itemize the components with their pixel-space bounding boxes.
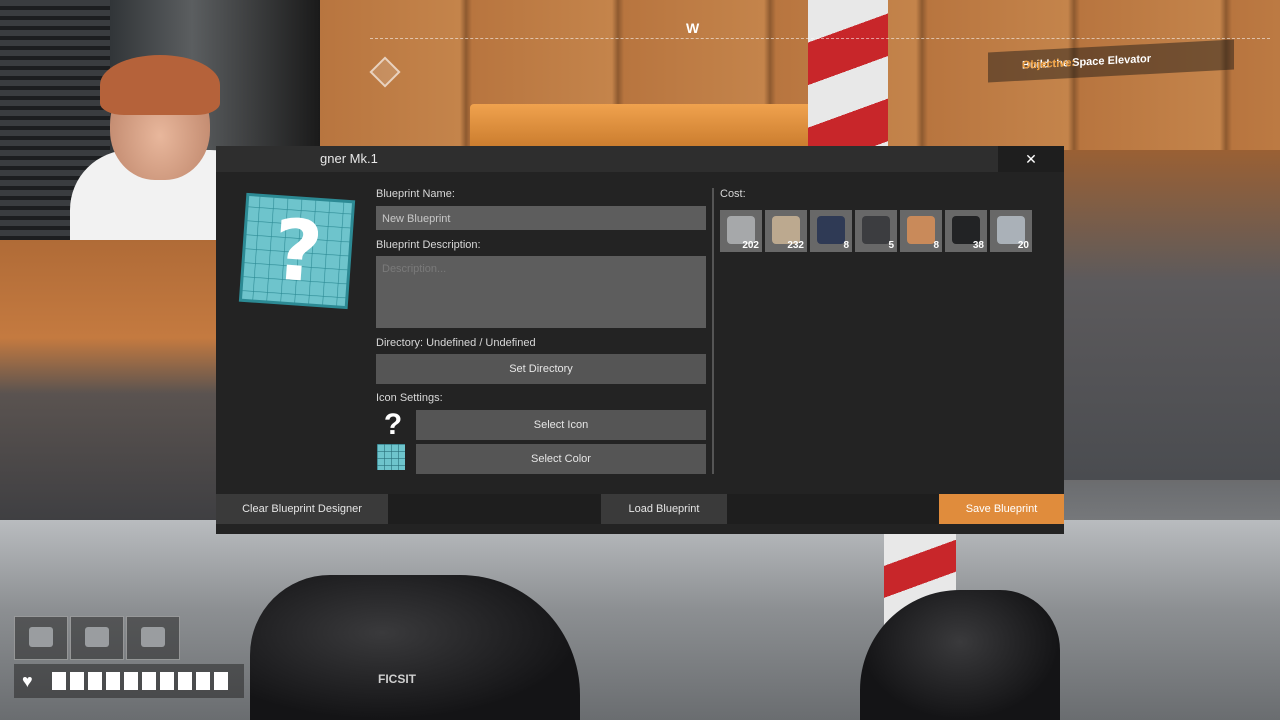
webcam-person-hair	[100, 55, 220, 115]
icon-symbol-preview: ?	[383, 408, 403, 441]
health-cell	[196, 672, 210, 690]
cost-item-quantity: 232	[787, 240, 804, 251]
dialog-title: gner Mk.1	[320, 151, 378, 166]
motor-icon	[817, 216, 845, 244]
glove-logo: FICSIT	[378, 672, 416, 686]
objective-label: Objective:	[1022, 56, 1076, 72]
health-cell	[70, 672, 84, 690]
dialog-divider	[712, 188, 714, 474]
directory-label: Directory: Undefined / Undefined	[376, 337, 536, 349]
blueprint-name-label: Blueprint Name:	[376, 188, 455, 200]
cost-item[interactable]: 5	[855, 210, 897, 252]
cost-item-quantity: 20	[1017, 240, 1029, 251]
background-pole	[808, 0, 888, 150]
cost-item-quantity: 8	[933, 240, 939, 251]
cost-item-quantity: 8	[843, 240, 849, 251]
health-cell	[106, 672, 120, 690]
health-cell	[124, 672, 138, 690]
health-cell	[52, 672, 66, 690]
blueprint-name-input[interactable]: New Blueprint	[376, 206, 706, 230]
health-icon: ♥	[22, 670, 33, 691]
steel-pipe-icon	[862, 216, 890, 244]
background-left-wall	[0, 240, 216, 520]
cost-item[interactable]: 20	[990, 210, 1032, 252]
hotbar-slot[interactable]	[70, 616, 124, 660]
copper-wire-icon	[907, 216, 935, 244]
cost-item[interactable]: 232	[765, 210, 807, 252]
cost-item-quantity: 5	[888, 240, 894, 251]
svg-text:?: ?	[270, 200, 325, 301]
cost-item[interactable]: 8	[810, 210, 852, 252]
select-color-button[interactable]: Select Color	[416, 444, 706, 474]
blueprint-description-label: Blueprint Description:	[376, 239, 481, 251]
cost-item[interactable]: 202	[720, 210, 762, 252]
parachute-icon	[85, 627, 109, 647]
health-bar: ♥	[14, 664, 244, 698]
health-cell	[88, 672, 102, 690]
health-cell	[160, 672, 174, 690]
dialog-titlebar: gner Mk.1 ✕	[216, 146, 1064, 172]
blueprint-description-input[interactable]: Description...	[376, 256, 706, 328]
icon-settings-label: Icon Settings:	[376, 392, 443, 404]
select-icon-button[interactable]: Select Icon	[416, 410, 706, 440]
cost-label: Cost:	[720, 188, 746, 200]
cost-item[interactable]: 38	[945, 210, 987, 252]
clear-blueprint-designer-button[interactable]: Clear Blueprint Designer	[216, 494, 388, 524]
hotbar-slot[interactable]	[126, 616, 180, 660]
cost-item-list: 202 232 8 5 8 38 20	[720, 210, 1032, 252]
save-blueprint-button[interactable]: Save Blueprint	[939, 494, 1064, 524]
cost-item-quantity: 202	[742, 240, 759, 251]
compass-bar	[370, 38, 1270, 39]
background-crate	[470, 104, 840, 150]
background-wall-right	[1064, 150, 1280, 480]
cost-item[interactable]: 8	[900, 210, 942, 252]
health-cell	[178, 672, 192, 690]
close-button[interactable]: ✕	[998, 146, 1064, 172]
icon-color-swatch	[377, 444, 405, 470]
set-directory-button[interactable]: Set Directory	[376, 354, 706, 384]
armor-icon	[141, 627, 165, 647]
health-cell	[142, 672, 156, 690]
close-icon: ✕	[1025, 150, 1037, 167]
hotbar-slot[interactable]	[14, 616, 68, 660]
health-cell	[214, 672, 228, 690]
blueprint-designer-dialog: gner Mk.1 ✕ ? Blueprint Name: New Bluepr…	[216, 146, 1064, 534]
cost-item-quantity: 38	[972, 240, 984, 251]
blueprint-icon-preview: ?	[238, 192, 356, 310]
load-blueprint-button[interactable]: Load Blueprint	[601, 494, 727, 524]
tool-icon	[29, 627, 53, 647]
compass-heading: W	[686, 20, 700, 36]
